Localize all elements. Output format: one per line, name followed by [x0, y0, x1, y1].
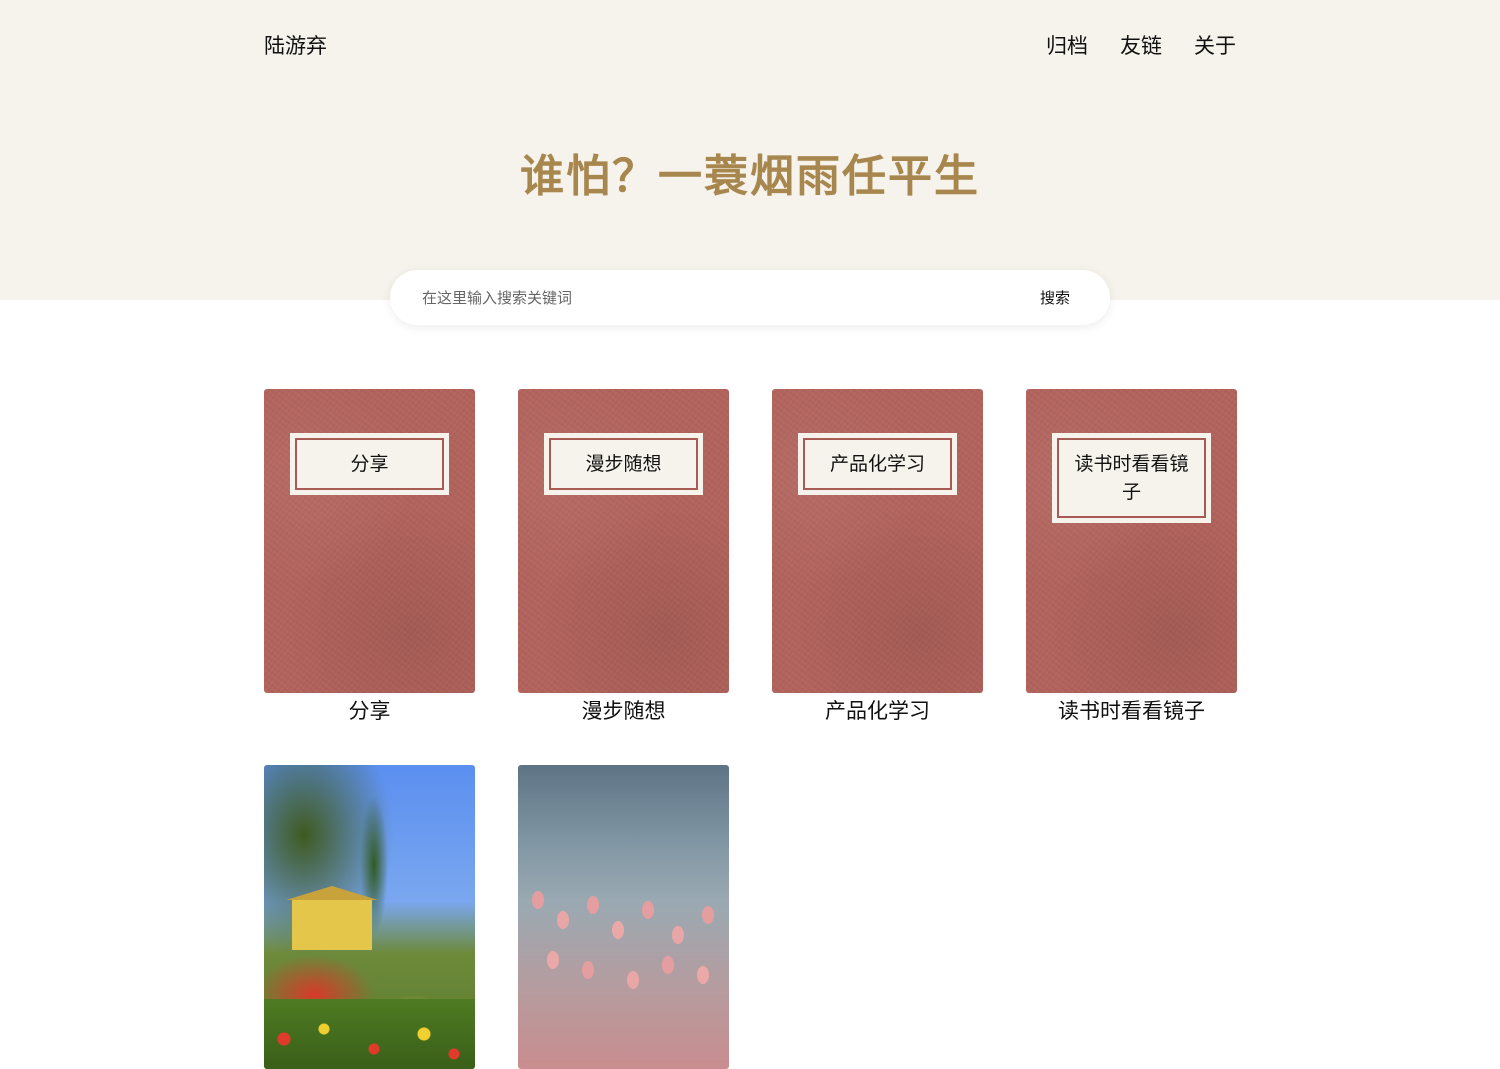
book-cover: 漫步随想 — [518, 389, 729, 693]
category-caption: 产品化学习 — [825, 699, 930, 723]
cover-label: 分享 — [295, 438, 444, 490]
category-card-product[interactable]: 产品化学习 产品化学习 — [772, 389, 983, 725]
category-card-musings[interactable]: 漫步随想 漫步随想 — [518, 389, 729, 725]
cover-label-box: 产品化学习 — [798, 433, 957, 495]
category-caption: 分享 — [348, 699, 391, 723]
flowers-shape — [264, 999, 475, 1069]
cover-label: 漫步随想 — [549, 438, 698, 490]
category-caption: 漫步随想 — [581, 699, 666, 723]
cover-label: 读书时看看镜子 — [1057, 438, 1206, 518]
flamingo-flock-shape — [518, 860, 729, 1060]
nav-about-link[interactable]: 关于 — [1194, 30, 1236, 60]
cover-label-box: 读书时看看镜子 — [1052, 433, 1211, 523]
book-cover: 分享 — [264, 389, 475, 693]
image-card-garden[interactable] — [264, 765, 475, 1069]
nav-archive-link[interactable]: 归档 — [1046, 30, 1088, 60]
cover-label-box: 分享 — [290, 433, 449, 495]
search-bar: 搜索 — [390, 270, 1110, 325]
hero-slogan: 谁怕？一蓑烟雨任平生 — [520, 151, 980, 202]
site-title-link[interactable]: 陆游弃 — [264, 30, 327, 60]
flamingos-photo-image — [518, 765, 729, 1069]
search-button[interactable]: 搜索 — [1010, 270, 1110, 325]
house-shape — [286, 886, 378, 950]
cover-label: 产品化学习 — [803, 438, 952, 490]
book-cover: 产品化学习 — [772, 389, 983, 693]
category-card-share[interactable]: 分享 分享 — [264, 389, 475, 725]
cover-label-box: 漫步随想 — [544, 433, 703, 495]
image-card-flamingos[interactable] — [518, 765, 729, 1069]
search-input[interactable] — [390, 270, 1010, 325]
category-card-reading[interactable]: 读书时看看镜子 读书时看看镜子 — [1026, 389, 1237, 725]
book-cover: 读书时看看镜子 — [1026, 389, 1237, 693]
nav-friends-link[interactable]: 友链 — [1120, 30, 1162, 60]
main-nav: 归档 友链 关于 — [1046, 30, 1236, 60]
hero-section: 陆游弃 归档 友链 关于 谁怕？一蓑烟雨任平生 — [0, 0, 1500, 300]
garden-painting-image — [264, 765, 475, 1069]
category-grid: 分享 分享 漫步随想 漫步随想 产品化学习 产品化学习 读书时看看镜子 读书时看… — [264, 389, 1237, 1069]
category-caption: 读书时看看镜子 — [1058, 699, 1205, 723]
